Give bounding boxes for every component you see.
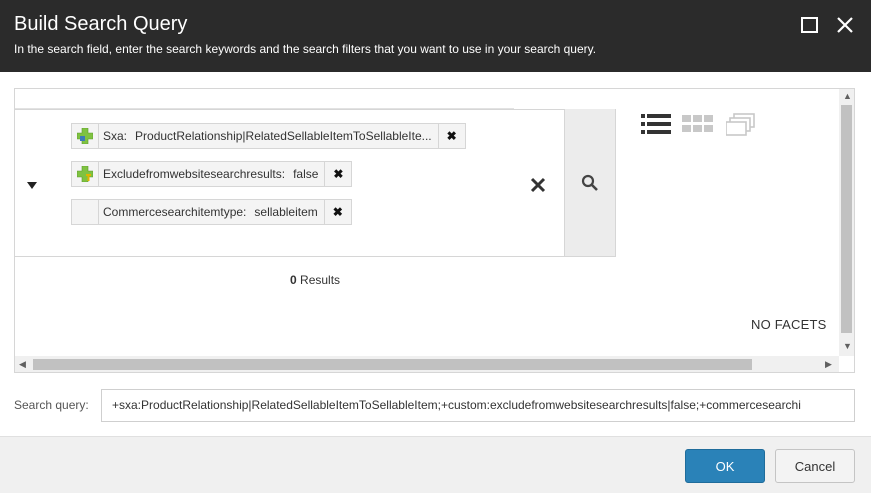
horizontal-scrollbar[interactable]: ◀ ▶ [15, 356, 839, 372]
search-content-area: Sxa: ProductRelationship|RelatedSellable… [14, 88, 855, 373]
filter-type-placeholder [72, 200, 99, 224]
search-query-label: Search query: [14, 398, 89, 412]
filter-tag-exclude[interactable]: Excludefromwebsitesearchresults: false ✖ [71, 161, 353, 187]
filter-key: Excludefromwebsitesearchresults: [103, 167, 286, 181]
results-count: 0 Results [290, 273, 340, 287]
plus-filter-icon [72, 162, 99, 186]
dialog-title: Build Search Query [14, 13, 188, 35]
dialog-header: Build Search Query In the search field, … [0, 0, 871, 72]
scroll-right-icon[interactable]: ▶ [825, 360, 832, 369]
scroll-up-icon[interactable]: ▲ [843, 92, 852, 101]
build-search-query-dialog: Build Search Query In the search field, … [0, 0, 871, 493]
query-builder-box: Sxa: ProductRelationship|RelatedSellable… [15, 109, 615, 257]
filter-key: Sxa: [103, 129, 128, 143]
scrollbar-thumb[interactable] [33, 359, 752, 370]
scroll-left-icon[interactable]: ◀ [19, 360, 26, 369]
search-button[interactable] [564, 109, 616, 257]
filter-tag-sxa[interactable]: Sxa: ProductRelationship|RelatedSellable… [71, 123, 466, 149]
list-view-icon[interactable] [641, 113, 671, 135]
stacked-view-icon[interactable] [725, 113, 756, 136]
close-icon[interactable] [834, 14, 856, 36]
scroll-down-icon[interactable]: ▼ [843, 342, 852, 351]
filter-value: ProductRelationship|RelatedSellableItemT… [135, 129, 432, 143]
remove-filter-icon[interactable]: ✖ [323, 200, 351, 224]
filter-value: sellableitem [254, 205, 318, 219]
filter-value: false [293, 167, 319, 181]
results-number: 0 [290, 273, 297, 287]
filter-tag-itemtype[interactable]: Commercesearchitemtype: sellableitem ✖ [71, 199, 352, 225]
results-label: Results [300, 273, 341, 287]
dialog-subtitle: In the search field, enter the search ke… [14, 42, 597, 56]
clear-all-icon[interactable] [529, 176, 547, 194]
search-icon [581, 174, 598, 191]
dialog-footer: OK Cancel [0, 436, 871, 493]
plus-filter-icon [72, 124, 99, 148]
maximize-icon[interactable] [799, 14, 821, 36]
scrollbar-thumb[interactable] [841, 105, 852, 333]
caret-down-icon[interactable] [26, 178, 38, 190]
remove-filter-icon[interactable]: ✖ [324, 162, 351, 186]
ok-button[interactable]: OK [685, 449, 765, 483]
filter-key: Commercesearchitemtype: [103, 205, 247, 219]
no-facets-label: NO FACETS [751, 317, 827, 332]
vertical-scrollbar[interactable]: ▲ ▼ [839, 89, 854, 356]
search-query-input[interactable]: +sxa:ProductRelationship|RelatedSellable… [101, 389, 855, 422]
grid-view-icon[interactable] [682, 113, 714, 135]
remove-filter-icon[interactable]: ✖ [437, 124, 465, 148]
cancel-button[interactable]: Cancel [775, 449, 855, 483]
